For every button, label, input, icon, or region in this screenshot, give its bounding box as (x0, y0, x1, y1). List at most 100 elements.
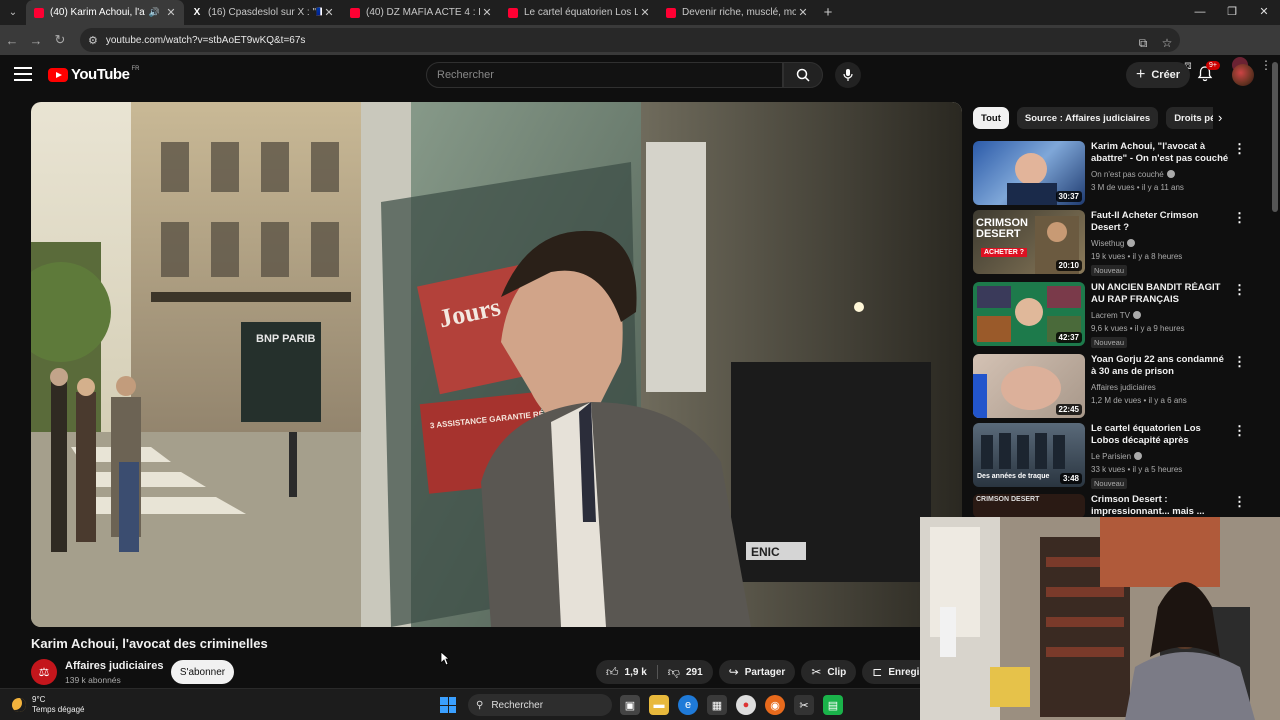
account-avatar[interactable] (1232, 64, 1254, 86)
youtube-logo[interactable]: YouTube FR (48, 66, 139, 83)
close-tab-icon[interactable]: ✕ (164, 6, 178, 19)
cast-icon[interactable]: ⧉ (1136, 36, 1150, 51)
new-tab-button[interactable]: + (816, 4, 840, 21)
close-tab-icon[interactable]: ✕ (480, 6, 494, 19)
chip-source[interactable]: Source : Affaires judiciaires (1016, 107, 1159, 129)
store-icon[interactable]: ▦ (707, 695, 727, 715)
back-icon[interactable]: ← (0, 33, 24, 48)
close-tab-icon[interactable]: ✕ (638, 6, 652, 19)
close-window-icon[interactable]: ✕ (1248, 0, 1280, 25)
scrollbar-thumb[interactable] (1272, 62, 1278, 212)
minimize-icon[interactable]: — (1184, 0, 1216, 25)
notifications-button[interactable]: 9+ (1196, 61, 1220, 85)
suggested-video[interactable]: 42:37 UN ANCIEN BANDIT RÉAGIT AU RAP FRA… (973, 282, 1263, 348)
channel-avatar[interactable]: ⚖ (31, 659, 57, 685)
url-input[interactable]: ⚙ youtube.com/watch?v=stbAoET9wKQ&t=67s … (80, 28, 1180, 52)
maximize-icon[interactable]: ❐ (1216, 0, 1248, 25)
suggested-video[interactable]: Des années de traque 3:48 Le cartel équa… (973, 423, 1263, 489)
youtube-icon (666, 7, 676, 18)
video-duration: 30:37 (1055, 191, 1082, 202)
tab-search-icon[interactable]: ⌄ (0, 0, 26, 25)
microphone-icon (843, 69, 853, 81)
tab-title: (16) Cpasdeslol sur X : "🇫🇷 FR FL (208, 7, 322, 18)
chrome-icon[interactable]: ● (736, 695, 756, 715)
windows-start-icon[interactable] (440, 697, 456, 713)
speaker-icon[interactable]: 🔊 (149, 7, 160, 18)
suggested-meta: 1,2 M de vues • il y a 6 ans (1091, 396, 1187, 405)
chip-all[interactable]: Tout (973, 107, 1009, 129)
new-badge: Nouveau (1091, 265, 1128, 276)
like-button[interactable]: 👍︎ 1,9 k (596, 660, 657, 684)
weather-widget[interactable]: 9°C Temps dégagé (12, 695, 84, 715)
country-code: FR (131, 66, 140, 72)
app-icon[interactable]: ▤ (823, 695, 843, 715)
browser-tab[interactable]: (40) DZ MAFIA ACTE 4 : DZ vs D ✕ (342, 0, 500, 25)
video-title: Karim Achoui, l'avocat des criminelles (31, 636, 268, 651)
search-input[interactable]: Rechercher (426, 62, 783, 88)
share-button[interactable]: ↪ Partager (718, 660, 796, 684)
more-options-icon[interactable]: ⋮ (1233, 282, 1246, 298)
video-duration: 22:45 (1055, 404, 1082, 415)
suggested-video-title: Faut-Il Acheter Crimson Desert ? (1091, 210, 1199, 233)
more-options-icon[interactable]: ⋮ (1233, 210, 1246, 226)
video-thumbnail[interactable]: CRIMSON DESERT (973, 494, 1085, 518)
suggested-channel: On n'est pas couché (1091, 170, 1175, 179)
close-tab-icon[interactable]: ✕ (322, 6, 336, 19)
capcut-icon[interactable]: ✂ (794, 695, 814, 715)
video-player[interactable]: BNP PARIB Jours 3 ASSISTANCE GARANTIE RÉ… (31, 102, 962, 627)
thumbnail-text: Des années de traque (977, 473, 1050, 480)
taskbar-search[interactable]: ⚲ Rechercher (468, 694, 612, 716)
subscribe-button[interactable]: S'abonner (171, 660, 234, 684)
site-info-icon[interactable]: ⚙ (88, 34, 98, 47)
video-duration: 20:10 (1055, 260, 1082, 271)
create-label: Créer (1151, 69, 1181, 81)
thumbs-up-icon: 👍︎ (606, 664, 619, 679)
more-options-icon[interactable]: ⋮ (1233, 423, 1246, 439)
suggested-video-title: Yoan Gorju 22 ans condamné à 30 ans de p… (1091, 354, 1224, 377)
more-options-icon[interactable]: ⋮ (1233, 354, 1246, 370)
browser-tab[interactable]: (40) Karim Achoui, l'avocat 🔊 ✕ (26, 0, 184, 25)
menu-icon[interactable] (14, 67, 32, 81)
channel-text: Le Parisien (1091, 452, 1132, 461)
video-thumbnail[interactable]: 42:37 (973, 282, 1085, 346)
verified-icon (1132, 311, 1141, 319)
video-thumbnail[interactable]: Des années de traque 3:48 (973, 423, 1085, 487)
suggested-video-title: UN ANCIEN BANDIT RÉAGIT AU RAP FRANÇAIS (1091, 282, 1221, 305)
suggested-channel: Lacrem TV (1091, 311, 1141, 320)
firefox-icon[interactable]: ◉ (765, 695, 785, 715)
browser-tab[interactable]: X (16) Cpasdeslol sur X : "🇫🇷 FR FL ✕ (184, 0, 342, 25)
suggested-meta: 3 M de vues • il y a 11 ans (1091, 183, 1184, 192)
create-button[interactable]: + Créer (1126, 62, 1191, 88)
clip-button[interactable]: ✂ Clip (801, 660, 857, 684)
browser-tab[interactable]: Devenir riche, musclé, moins st ✕ (658, 0, 816, 25)
chevron-right-icon[interactable]: › (1218, 110, 1222, 125)
video-thumbnail[interactable]: 22:45 (973, 354, 1085, 418)
suggested-video[interactable]: CRIMSON DESERT Crimson Desert : impressi… (973, 494, 1263, 518)
edge-icon[interactable]: e (678, 695, 698, 715)
suggested-video[interactable]: 30:37 Karim Achoui, "l'avocat à abattre"… (973, 141, 1263, 207)
dislike-button[interactable]: 👎︎ 291 (658, 660, 713, 684)
browser-tab-strip: ⌄ (40) Karim Achoui, l'avocat 🔊 ✕ X (16)… (0, 0, 1280, 25)
notification-badge: 9+ (1206, 61, 1220, 70)
close-tab-icon[interactable]: ✕ (796, 6, 810, 19)
youtube-icon (34, 7, 44, 18)
voice-search-button[interactable] (835, 62, 861, 88)
suggested-channel: Affaires judiciaires (1091, 383, 1156, 392)
more-options-icon[interactable]: ⋮ (1233, 141, 1246, 157)
task-view-icon[interactable]: ▣ (620, 695, 640, 715)
forward-icon[interactable]: → (24, 33, 48, 48)
bank-sign-text: BNP PARIB (256, 333, 316, 345)
channel-name[interactable]: Affaires judiciaires (65, 660, 163, 672)
suggested-video[interactable]: CRIMSON DESERT ACHETER ? 20:10 Faut-Il A… (973, 210, 1263, 276)
video-thumbnail[interactable]: 30:37 (973, 141, 1085, 205)
more-options-icon[interactable]: ⋮ (1233, 494, 1246, 510)
bookmark-star-icon[interactable]: ☆ (1160, 36, 1174, 50)
video-thumbnail[interactable]: CRIMSON DESERT ACHETER ? 20:10 (973, 210, 1085, 274)
reload-icon[interactable]: ↻ (48, 32, 72, 48)
browser-tab[interactable]: Le cartel équatorien Los Lobos ✕ (500, 0, 658, 25)
suggested-video[interactable]: 22:45 Yoan Gorju 22 ans condamné à 30 an… (973, 354, 1263, 420)
chip-criminal-law[interactable]: Droits péna (1166, 107, 1213, 129)
channel-text: Lacrem TV (1091, 311, 1130, 320)
search-button[interactable] (783, 62, 823, 88)
file-explorer-icon[interactable]: ▬ (649, 695, 669, 715)
